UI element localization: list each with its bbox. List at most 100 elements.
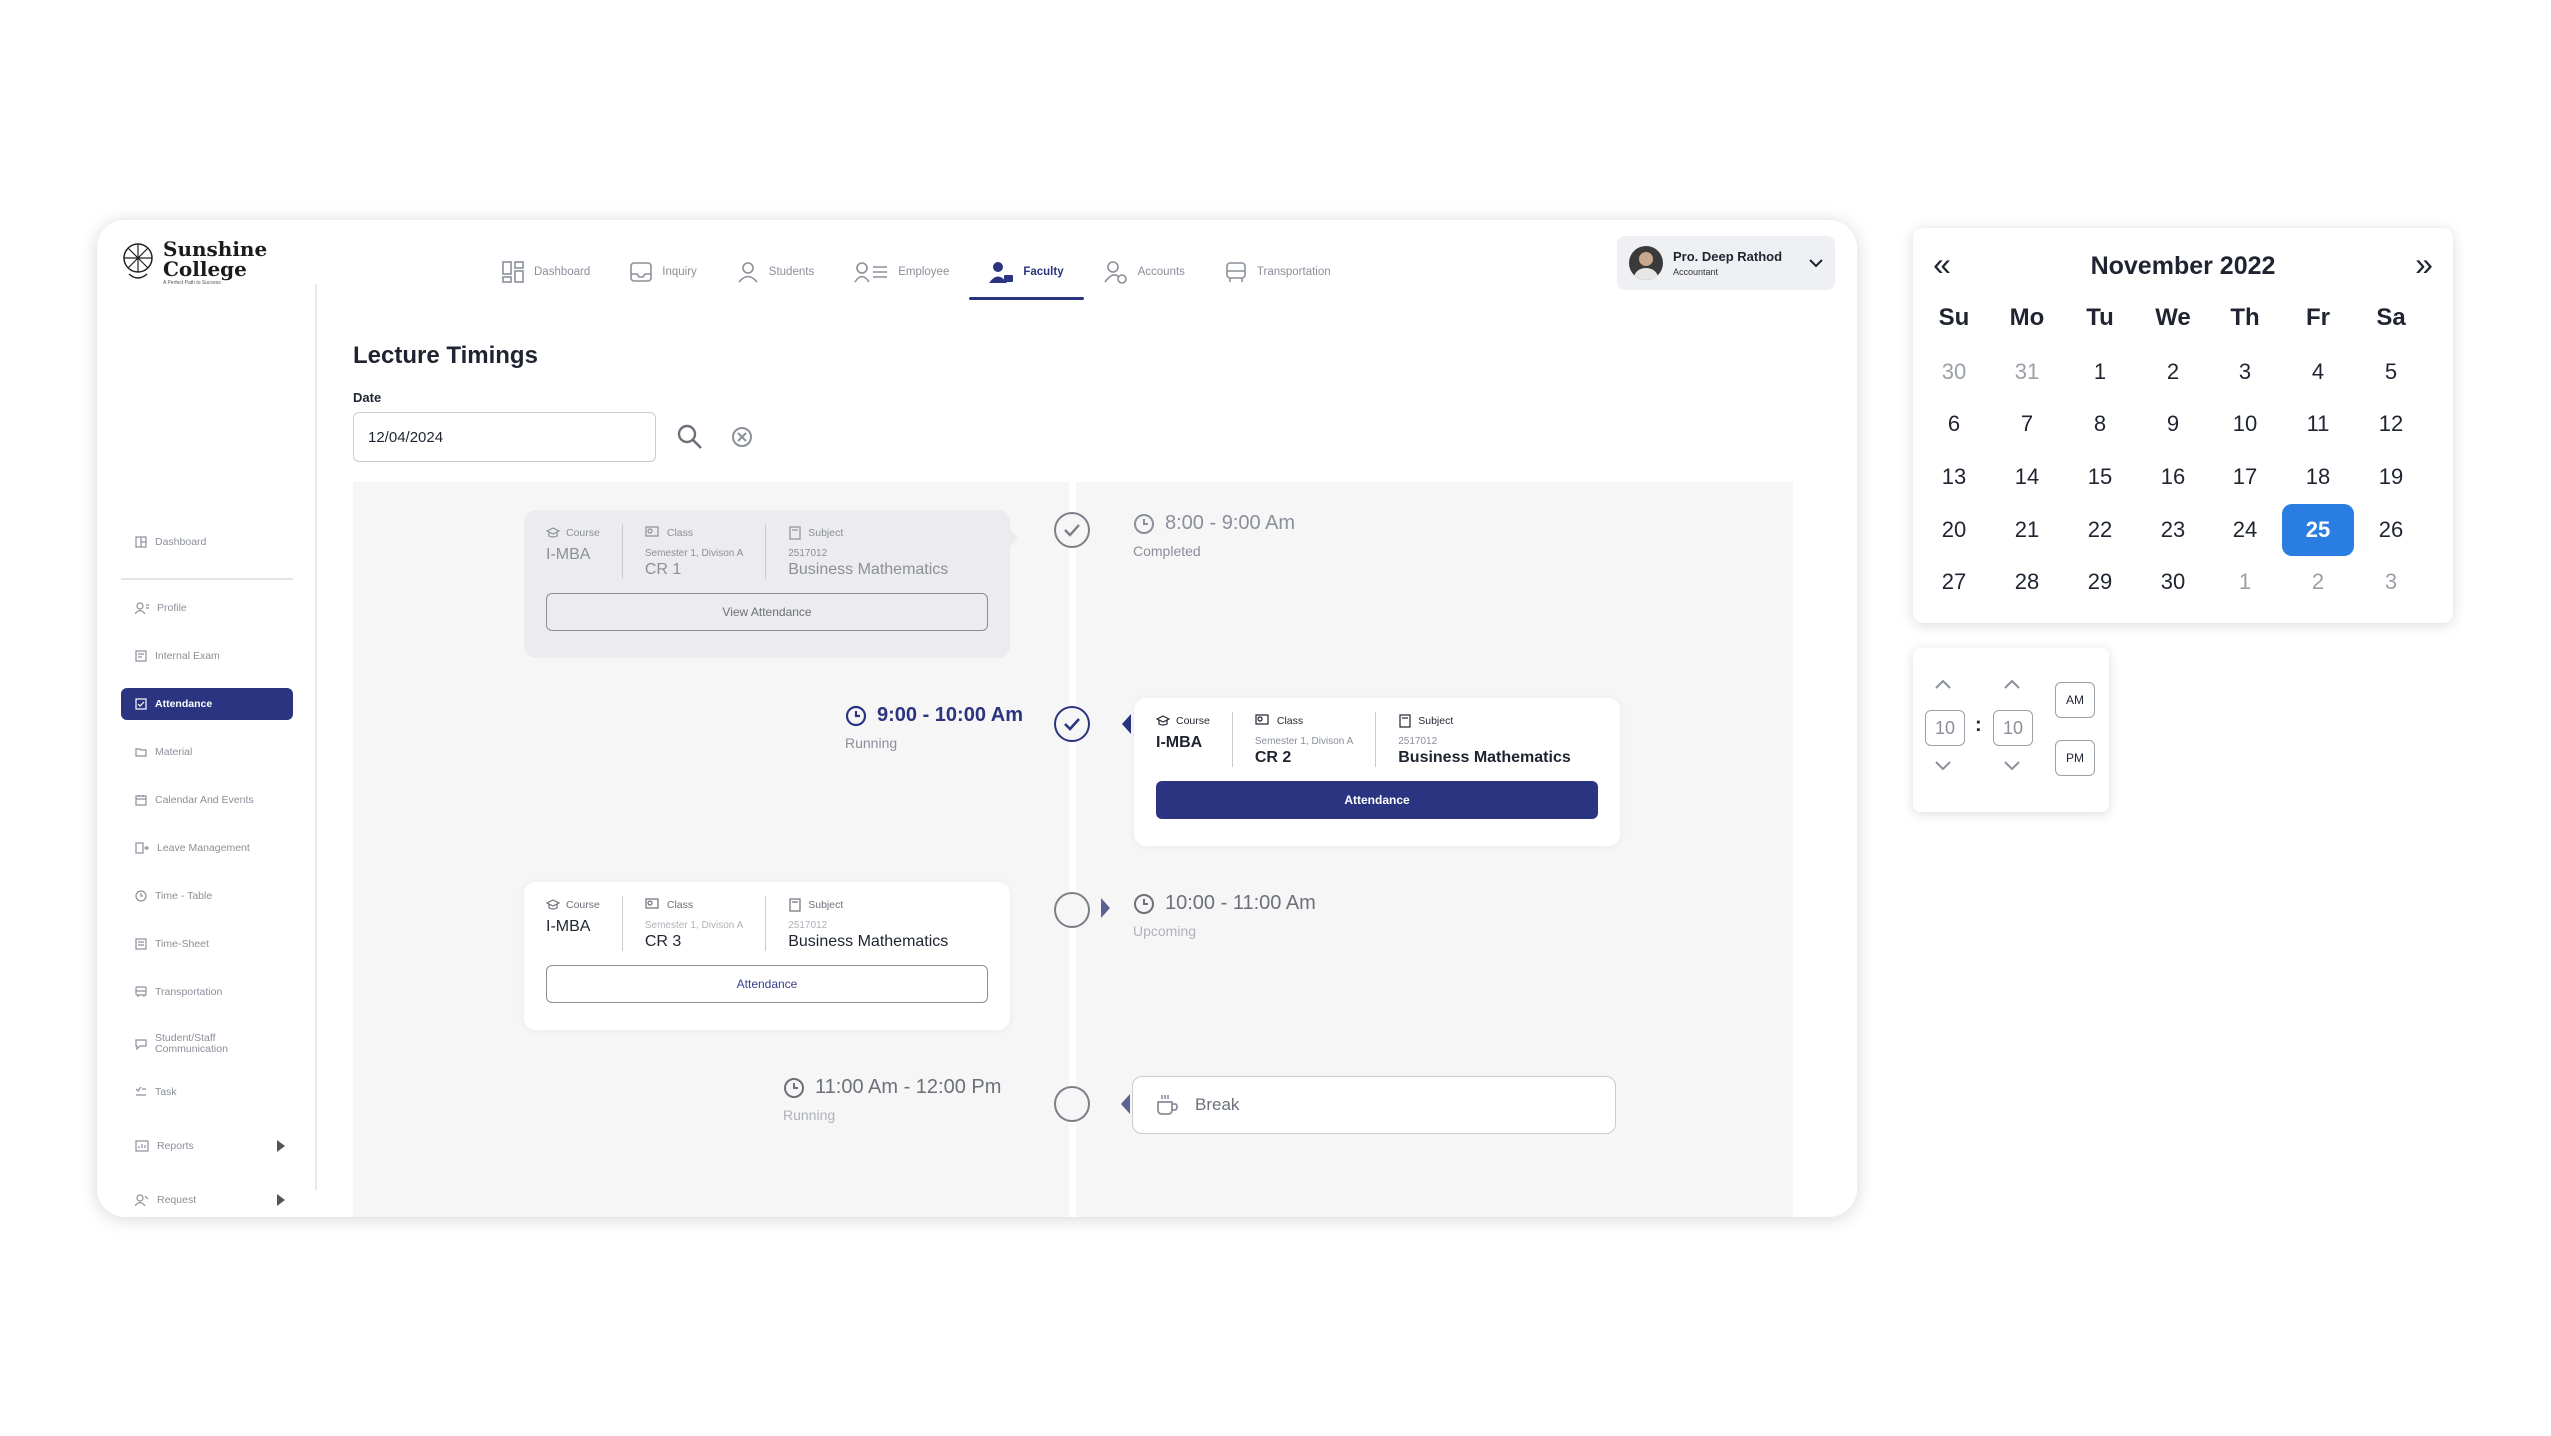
clear-button[interactable] [731, 426, 753, 448]
calendar-day[interactable]: 8 [2064, 398, 2136, 450]
sidebar-item-communication[interactable]: Student/Staff Communication [121, 1024, 293, 1064]
expand-arrow-icon[interactable] [277, 1194, 285, 1206]
hour-field[interactable]: 10 [1925, 710, 1965, 746]
calendar-day[interactable]: 22 [2064, 504, 2136, 556]
calendar-month-title: November 2022 [2090, 252, 2276, 280]
calendar-day-selected[interactable]: 25 [2282, 504, 2354, 556]
calendar-day[interactable]: 30 [1918, 346, 1990, 398]
attendance-button[interactable]: Attendance [1156, 781, 1598, 819]
bus-icon [1226, 262, 1246, 282]
page-title: Lecture Timings [353, 342, 538, 369]
calendar-day[interactable]: 30 [2137, 556, 2209, 608]
calendar-day[interactable]: 28 [1991, 556, 2063, 608]
calendar-day[interactable]: 29 [2064, 556, 2136, 608]
calendar-day[interactable]: 2 [2137, 346, 2209, 398]
search-button[interactable] [677, 424, 703, 450]
sidebar-item-dashboard[interactable]: Dashboard [121, 526, 293, 558]
calendar-day[interactable]: 16 [2137, 451, 2209, 503]
view-attendance-button[interactable]: View Attendance [546, 593, 988, 631]
weekday-header: We [2155, 304, 2191, 331]
clock-icon [845, 705, 867, 726]
break-card: Break [1132, 1076, 1616, 1134]
calendar-day[interactable]: 24 [2209, 504, 2281, 556]
calendar-day[interactable]: 15 [2064, 451, 2136, 503]
expand-arrow-icon[interactable] [277, 1140, 285, 1152]
sidebar-item-attendance[interactable]: Attendance [121, 688, 293, 720]
time-range: 8:00 - 9:00 Am [1165, 512, 1296, 534]
nav-employee[interactable]: Employee [834, 246, 969, 298]
pm-button[interactable]: PM [2055, 740, 2095, 776]
sidebar-item-label: Request [157, 1194, 197, 1206]
calendar-day[interactable]: 26 [2355, 504, 2427, 556]
sidebar-item-time-sheet[interactable]: Time-Sheet [121, 928, 293, 960]
sidebar-item-profile[interactable]: Profile [121, 592, 293, 624]
graduation-cap-icon [546, 899, 560, 910]
card-pointer [1122, 714, 1131, 734]
nav-transportation[interactable]: Transportation [1205, 246, 1351, 298]
calendar-next-button[interactable]: » [2409, 246, 2439, 283]
calendar-day[interactable]: 11 [2282, 398, 2354, 450]
minute-up-icon[interactable] [2002, 678, 2022, 690]
calendar-day[interactable]: 6 [1918, 398, 1990, 450]
calendar-day[interactable]: 13 [1918, 451, 1990, 503]
break-label: Break [1195, 1095, 1240, 1114]
sidebar-item-leave-management[interactable]: Leave Management [121, 832, 293, 864]
bus-icon [135, 986, 147, 997]
sidebar-item-reports[interactable]: Reports [121, 1130, 293, 1162]
calendar-day[interactable]: 18 [2282, 451, 2354, 503]
calendar-day[interactable]: 19 [2355, 451, 2427, 503]
calendar-day[interactable]: 17 [2209, 451, 2281, 503]
time-slot-upcoming: 10:00 - 11:00 Am Upcoming [1133, 892, 1316, 939]
nav-accounts[interactable]: Accounts [1084, 246, 1205, 298]
date-input[interactable] [353, 412, 656, 462]
sidebar-item-task[interactable]: Task [121, 1076, 293, 1108]
sidebar-item-material[interactable]: Material [121, 736, 293, 768]
minute-down-icon[interactable] [2002, 760, 2022, 772]
book-icon [789, 526, 801, 540]
minute-field[interactable]: 10 [1993, 710, 2033, 746]
hour-up-icon[interactable] [1933, 678, 1953, 690]
calendar-day[interactable]: 27 [1918, 556, 1990, 608]
course-label: Course [566, 899, 600, 911]
calendar-day[interactable]: 4 [2282, 346, 2354, 398]
sidebar-item-label: Profile [157, 602, 187, 614]
calendar-day[interactable]: 14 [1991, 451, 2063, 503]
calendar-day[interactable]: 21 [1991, 504, 2063, 556]
app-window: Sunshine College A Perfect Path to Succe… [97, 220, 1857, 1217]
class-room-value: CR 3 [644, 933, 682, 950]
sidebar-item-request[interactable]: Request [121, 1184, 293, 1216]
sidebar-item-calendar-events[interactable]: Calendar And Events [121, 784, 293, 816]
class-board-icon [645, 526, 659, 537]
calendar-day[interactable]: 1 [2064, 346, 2136, 398]
avatar [1629, 246, 1663, 280]
sidebar-item-time-table[interactable]: Time - Table [121, 880, 293, 912]
nav-inquiry-label: Inquiry [662, 266, 697, 278]
calendar-day[interactable]: 1 [2209, 556, 2281, 608]
am-button[interactable]: AM [2055, 682, 2095, 718]
user-menu[interactable]: Pro. Deep Rathod Accountant [1617, 236, 1835, 290]
calendar-day[interactable]: 9 [2137, 398, 2209, 450]
calendar-day[interactable]: 3 [2355, 556, 2427, 608]
time-slot-running: 9:00 - 10:00 Am Running [845, 704, 1023, 751]
calendar-day[interactable]: 5 [2355, 346, 2427, 398]
calendar-day[interactable]: 31 [1991, 346, 2063, 398]
nav-faculty[interactable]: Faculty [969, 246, 1084, 300]
hour-down-icon[interactable] [1933, 760, 1953, 772]
calendar-day[interactable]: 7 [1991, 398, 2063, 450]
nav-dashboard[interactable]: Dashboard [482, 246, 610, 298]
calendar-day[interactable]: 20 [1918, 504, 1990, 556]
nav-students[interactable]: Students [717, 246, 834, 298]
calendar-day[interactable]: 2 [2282, 556, 2354, 608]
calendar-day[interactable]: 3 [2209, 346, 2281, 398]
sidebar-item-transportation[interactable]: Transportation [121, 976, 293, 1008]
sidebar-item-label: Internal Exam [155, 650, 220, 662]
sidebar-item-internal-exam[interactable]: Internal Exam [121, 640, 293, 672]
attendance-button[interactable]: Attendance [546, 965, 988, 1003]
sidebar-item-label: Task [155, 1086, 177, 1098]
calendar-day[interactable]: 12 [2355, 398, 2427, 450]
nav-inquiry[interactable]: Inquiry [610, 246, 717, 298]
calendar-day[interactable]: 10 [2209, 398, 2281, 450]
weekday-header: Sa [2376, 304, 2406, 331]
class-detail: Semester 1, Divison A [644, 548, 744, 559]
calendar-day[interactable]: 23 [2137, 504, 2209, 556]
